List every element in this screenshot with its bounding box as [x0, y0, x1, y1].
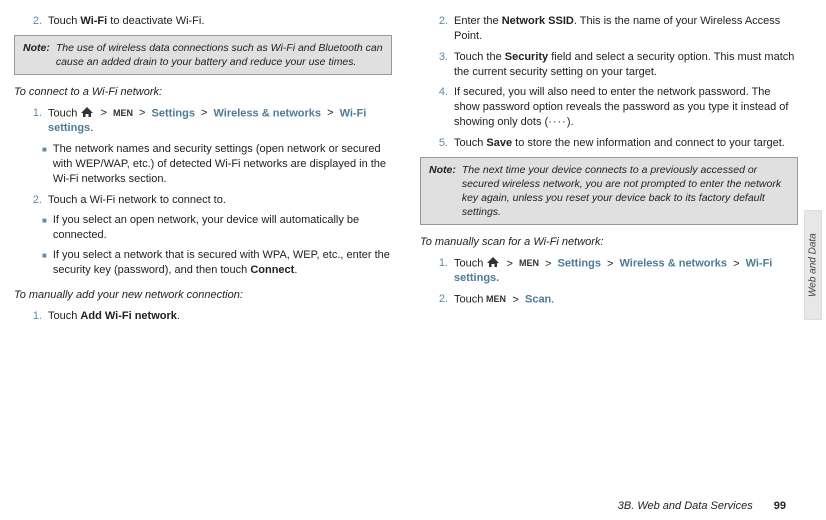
- text: Touch: [48, 310, 80, 322]
- text: Touch: [454, 294, 486, 306]
- step-body: Touch a Wi-Fi network to connect to.: [48, 193, 392, 208]
- wireless-networks-label: Wireless & networks: [214, 107, 322, 119]
- bullet-icon: ■: [42, 248, 47, 278]
- step-body: Touch Add Wi-Fi network.: [48, 309, 392, 324]
- svg-text:MENU: MENU: [113, 108, 133, 118]
- menu-icon: MENU: [519, 256, 539, 271]
- substep-body: If you select a network that is secured …: [53, 248, 392, 278]
- home-icon: [80, 106, 94, 121]
- step-body: Touch MENU > Scan.: [454, 292, 798, 307]
- note-battery-drain: Note: The use of wireless data connectio…: [14, 35, 392, 75]
- heading-manual-add: To manually add your new network connect…: [14, 288, 392, 303]
- heading-manual-scan: To manually scan for a Wi-Fi network:: [420, 235, 798, 250]
- chevron: >: [733, 258, 739, 270]
- step-number: 2.: [430, 14, 448, 44]
- step-number: 4.: [430, 85, 448, 130]
- svg-text:MENU: MENU: [486, 294, 506, 304]
- step-manual-add-1: 1. Touch Add Wi-Fi network.: [24, 309, 392, 324]
- step-connect-1: 1. Touch > MENU > Settings > Wireless & …: [24, 106, 392, 136]
- page-footer: 3B. Web and Data Services 99: [618, 499, 786, 514]
- text: ).: [567, 116, 574, 128]
- chevron: >: [100, 107, 106, 119]
- step-scan-1: 1. Touch > MENU > Settings > Wireless & …: [430, 256, 798, 286]
- menu-icon: MENU: [486, 292, 506, 307]
- page-number: 99: [774, 500, 786, 512]
- substep-secured-network: ■ If you select a network that is secure…: [42, 248, 392, 278]
- period: .: [177, 310, 180, 322]
- bullet-icon: ■: [42, 142, 47, 187]
- step-password: 4. If secured, you will also need to ent…: [430, 85, 798, 130]
- step-number: 1.: [24, 106, 42, 136]
- menu-icon: MENU: [113, 106, 133, 121]
- step-body: Touch the Security field and select a se…: [454, 50, 798, 80]
- chevron: >: [201, 107, 207, 119]
- step-number: 1.: [24, 309, 42, 324]
- step-scan-2: 2. Touch MENU > Scan.: [430, 292, 798, 307]
- svg-text:MENU: MENU: [519, 258, 539, 268]
- note-reconnect: Note: The next time your device connects…: [420, 157, 798, 226]
- side-tab: Web and Data: [804, 210, 822, 320]
- home-icon: [486, 256, 500, 271]
- note-body: The next time your device connects to a …: [462, 163, 789, 220]
- text: Touch: [454, 137, 486, 149]
- step-deactivate-wifi: 2. Touch Wi-Fi to deactivate Wi-Fi.: [24, 14, 392, 29]
- settings-label: Settings: [558, 258, 601, 270]
- substep-open-network: ■ If you select an open network, your de…: [42, 213, 392, 243]
- dots-icon: ····: [548, 116, 567, 128]
- note-label: Note:: [429, 163, 456, 220]
- substep-body: The network names and security settings …: [53, 142, 392, 187]
- step-body: Touch Wi-Fi to deactivate Wi-Fi.: [48, 14, 392, 29]
- step-body: Touch > MENU > Settings > Wireless & net…: [454, 256, 798, 286]
- chevron: >: [327, 107, 333, 119]
- step-body: Touch > MENU > Settings > Wireless & net…: [48, 106, 392, 136]
- step-number: 1.: [430, 256, 448, 286]
- step-security: 3. Touch the Security field and select a…: [430, 50, 798, 80]
- period: .: [294, 264, 297, 276]
- save-label: Save: [486, 137, 512, 149]
- text: If you select a network that is secured …: [53, 249, 390, 276]
- add-wifi-label: Add Wi-Fi network: [80, 310, 176, 322]
- text: Touch: [48, 107, 80, 119]
- period: .: [90, 122, 93, 134]
- wireless-networks-label: Wireless & networks: [620, 258, 728, 270]
- connect-label: Connect: [250, 264, 294, 276]
- substep-body: If you select an open network, your devi…: [53, 213, 392, 243]
- text: Touch: [48, 15, 80, 27]
- step-connect-2: 2. Touch a Wi-Fi network to connect to.: [24, 193, 392, 208]
- step-body: Touch Save to store the new information …: [454, 136, 798, 151]
- text: to deactivate Wi-Fi.: [107, 15, 204, 27]
- text: to store the new information and connect…: [512, 137, 785, 149]
- text: Touch the: [454, 51, 505, 63]
- chevron: >: [512, 294, 518, 306]
- chevron: >: [139, 107, 145, 119]
- bullet-icon: ■: [42, 213, 47, 243]
- text: If secured, you will also need to enter …: [454, 86, 788, 128]
- settings-label: Settings: [152, 107, 195, 119]
- chevron: >: [607, 258, 613, 270]
- note-body: The use of wireless data connections suc…: [56, 41, 383, 69]
- footer-title: 3B. Web and Data Services: [618, 500, 753, 512]
- step-body: If secured, you will also need to enter …: [454, 85, 798, 130]
- wifi-label: Wi-Fi: [80, 15, 107, 27]
- step-number: 2.: [430, 292, 448, 307]
- substep-networks-displayed: ■ The network names and security setting…: [42, 142, 392, 187]
- text: Enter the: [454, 15, 502, 27]
- chevron: >: [506, 258, 512, 270]
- step-number: 2.: [24, 14, 42, 29]
- security-label: Security: [505, 51, 548, 63]
- step-save: 5. Touch Save to store the new informati…: [430, 136, 798, 151]
- chevron: >: [545, 258, 551, 270]
- step-enter-ssid: 2. Enter the Network SSID. This is the n…: [430, 14, 798, 44]
- step-number: 5.: [430, 136, 448, 151]
- step-number: 3.: [430, 50, 448, 80]
- scan-label: Scan: [525, 294, 551, 306]
- step-body: Enter the Network SSID. This is the name…: [454, 14, 798, 44]
- note-label: Note:: [23, 41, 50, 69]
- heading-connect-wifi: To connect to a Wi-Fi network:: [14, 85, 392, 100]
- step-number: 2.: [24, 193, 42, 208]
- text: Touch: [454, 258, 486, 270]
- period: .: [551, 294, 554, 306]
- ssid-label: Network SSID: [502, 15, 574, 27]
